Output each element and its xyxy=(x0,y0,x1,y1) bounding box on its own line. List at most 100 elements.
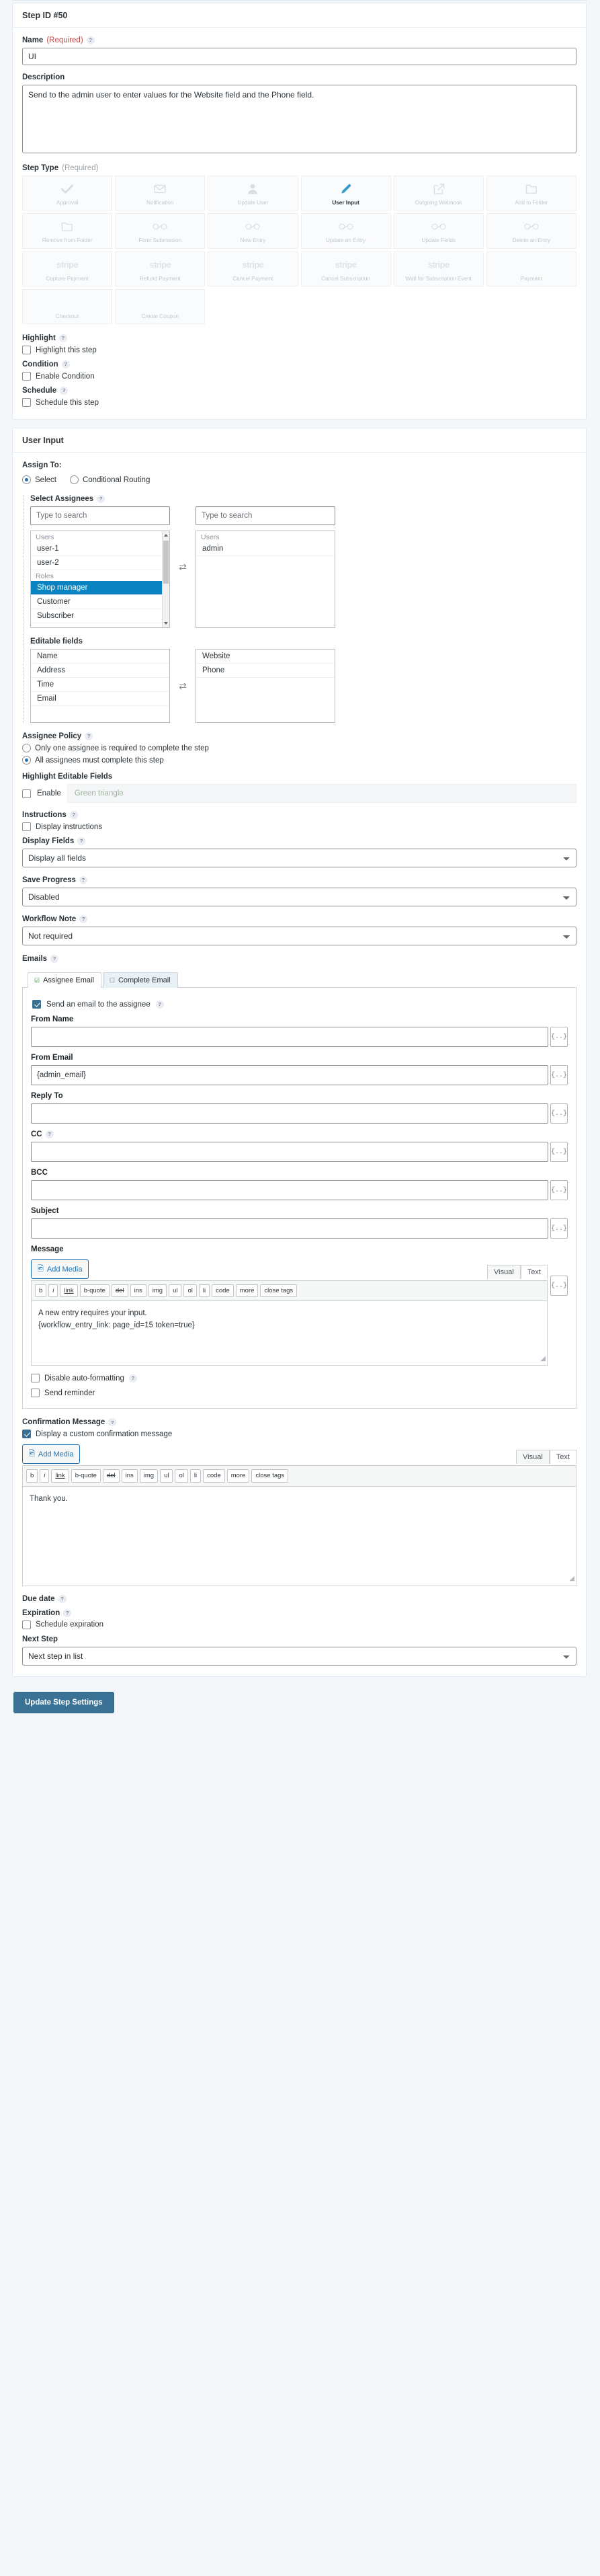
assignees-selected-search[interactable] xyxy=(196,506,335,525)
quicktag-ol[interactable]: ol xyxy=(183,1284,197,1298)
subject-input[interactable] xyxy=(31,1218,548,1239)
quicktag-b-quote[interactable]: b-quote xyxy=(79,1284,110,1298)
quicktag-code[interactable]: code xyxy=(212,1284,234,1298)
editable-swap-control[interactable]: ⇄ xyxy=(170,680,196,692)
confirmation-checkbox[interactable] xyxy=(22,1430,31,1439)
assign-select-radio[interactable] xyxy=(22,475,31,484)
step-type-notification[interactable]: Notification xyxy=(115,175,206,211)
confirmation-visual-tab[interactable]: Visual xyxy=(516,1450,550,1465)
token-picker-button[interactable]: {..} xyxy=(550,1103,568,1124)
send-email-row[interactable]: Send an email to the assignee ? xyxy=(32,1000,568,1009)
step-type-outgoing-webhook[interactable]: Outgoing Webhook xyxy=(393,175,484,211)
disable-autoformat-row[interactable]: Disable auto-formatting ? xyxy=(31,1374,568,1383)
message-visual-tab[interactable]: Visual xyxy=(487,1265,521,1279)
step-type-update-fields[interactable]: Update Fields xyxy=(393,213,484,249)
quicktag-del[interactable]: del xyxy=(102,1469,120,1483)
confirmation-textarea[interactable]: Thank you. ◢ xyxy=(23,1485,576,1586)
quicktag-img[interactable]: img xyxy=(148,1284,167,1298)
help-icon[interactable]: ? xyxy=(77,837,86,845)
highlight-step-row[interactable]: Highlight this step xyxy=(22,346,576,354)
quicktag-b[interactable]: b xyxy=(26,1469,38,1483)
quicktag-ul[interactable]: ul xyxy=(169,1284,182,1298)
help-icon[interactable]: ? xyxy=(58,334,67,342)
from-email-input[interactable] xyxy=(31,1065,548,1085)
send-reminder-row[interactable]: Send reminder xyxy=(31,1389,568,1398)
list-item[interactable]: user-2 xyxy=(31,556,169,570)
quicktag-code[interactable]: code xyxy=(203,1469,225,1483)
list-item[interactable]: Customer xyxy=(31,595,169,609)
description-textarea[interactable]: Send to the admin user to enter values f… xyxy=(22,85,576,153)
quicktag-del[interactable]: del xyxy=(111,1284,128,1298)
list-item[interactable]: Shop manager xyxy=(31,581,169,595)
save-progress-select[interactable]: Disabled xyxy=(22,888,576,906)
list-item[interactable]: user-1 xyxy=(31,542,169,556)
step-type-delete-an-entry[interactable]: Delete an Entry xyxy=(486,213,576,249)
token-picker-button[interactable]: {..} xyxy=(550,1218,568,1239)
step-type-approval[interactable]: Approval xyxy=(22,175,113,211)
bcc-input[interactable] xyxy=(31,1180,548,1200)
assign-select-radio-row[interactable]: Select xyxy=(22,475,56,484)
step-type-remove-from-folder[interactable]: Remove from Folder xyxy=(22,213,113,249)
policy-all-row[interactable]: All assignees must complete this step xyxy=(22,756,576,765)
quicktag-i[interactable]: i xyxy=(48,1284,58,1298)
quicktag-img[interactable]: img xyxy=(139,1469,159,1483)
highlight-editable-checkbox[interactable] xyxy=(22,789,31,798)
assign-conditional-radio-row[interactable]: Conditional Routing xyxy=(69,475,150,484)
name-input[interactable] xyxy=(22,48,576,65)
quicktag-i[interactable]: i xyxy=(40,1469,50,1483)
step-type-user-input[interactable]: User Input xyxy=(300,175,391,211)
disable-autoformat-checkbox[interactable] xyxy=(31,1374,40,1383)
workflow-note-select[interactable]: Not required xyxy=(22,927,576,945)
quicktag-close-tags[interactable]: close tags xyxy=(260,1284,298,1298)
step-type-payment[interactable]: Payment xyxy=(486,251,576,286)
enable-condition-row[interactable]: Enable Condition xyxy=(22,372,576,381)
token-picker-button[interactable]: {..} xyxy=(550,1180,568,1200)
display-instructions-checkbox[interactable] xyxy=(22,822,31,831)
assignees-swap-control[interactable]: ⇄ xyxy=(170,561,196,573)
list-item[interactable]: Phone xyxy=(196,664,335,678)
step-type-wait-for-subscription-event[interactable]: stripe Wait for Subscription Event xyxy=(393,251,484,286)
list-item[interactable]: Email xyxy=(31,692,169,706)
policy-all-radio[interactable] xyxy=(22,756,31,765)
schedule-step-row[interactable]: Schedule this step xyxy=(22,398,576,407)
token-picker-button[interactable]: {..} xyxy=(550,1065,568,1085)
list-scrollbar[interactable] xyxy=(162,531,169,627)
quicktag-b-quote[interactable]: b-quote xyxy=(71,1469,101,1483)
quicktag-li[interactable]: li xyxy=(189,1469,202,1483)
display-fields-select[interactable]: Display all fields xyxy=(22,849,576,867)
help-icon[interactable]: ? xyxy=(79,915,88,923)
step-type-form-submission[interactable]: Form Submission xyxy=(115,213,206,249)
help-icon[interactable]: ? xyxy=(86,36,95,44)
resize-handle-icon[interactable]: ◢ xyxy=(540,1354,546,1364)
resize-handle-icon[interactable]: ◢ xyxy=(569,1573,574,1584)
highlight-step-checkbox[interactable] xyxy=(22,346,31,354)
editable-selected-list[interactable]: Website Phone xyxy=(196,649,335,723)
confirmation-toggle-row[interactable]: Display a custom confirmation message xyxy=(22,1430,576,1439)
list-item[interactable]: Subscriber xyxy=(31,609,169,623)
step-type-add-to-folder[interactable]: Add to Folder xyxy=(486,175,576,211)
confirmation-text-tab[interactable]: Text xyxy=(549,1450,576,1465)
list-item[interactable]: Time xyxy=(31,678,169,692)
quicktag-li[interactable]: li xyxy=(198,1284,210,1298)
scroll-up-icon[interactable] xyxy=(164,534,168,537)
step-type-update-user[interactable]: Update User xyxy=(208,175,298,211)
schedule-expiration-row[interactable]: Schedule expiration xyxy=(22,1620,576,1629)
help-icon[interactable]: ? xyxy=(45,1130,54,1138)
add-media-button[interactable]: 🖻 Add Media xyxy=(31,1259,89,1279)
send-email-checkbox[interactable] xyxy=(32,1000,41,1009)
quicktag-ins[interactable]: ins xyxy=(121,1469,138,1483)
assignees-selected-list[interactable]: Users admin xyxy=(196,531,335,628)
help-icon[interactable]: ? xyxy=(79,876,87,884)
help-icon[interactable]: ? xyxy=(69,811,78,819)
add-media-button[interactable]: 🖻 Add Media xyxy=(22,1444,81,1465)
help-icon[interactable]: ? xyxy=(155,1000,164,1009)
green-triangle-field[interactable]: Green triangle xyxy=(67,784,576,803)
scrollbar-thumb[interactable] xyxy=(163,541,169,584)
scroll-down-icon[interactable] xyxy=(164,622,168,625)
help-icon[interactable]: ? xyxy=(50,955,59,963)
update-step-settings-button[interactable]: Update Step Settings xyxy=(13,1691,114,1713)
step-type-update-an-entry[interactable]: Update an Entry xyxy=(300,213,391,249)
help-icon[interactable]: ? xyxy=(97,495,105,503)
step-type-checkout[interactable]: Checkout xyxy=(22,288,113,324)
assign-conditional-radio[interactable] xyxy=(69,475,79,484)
